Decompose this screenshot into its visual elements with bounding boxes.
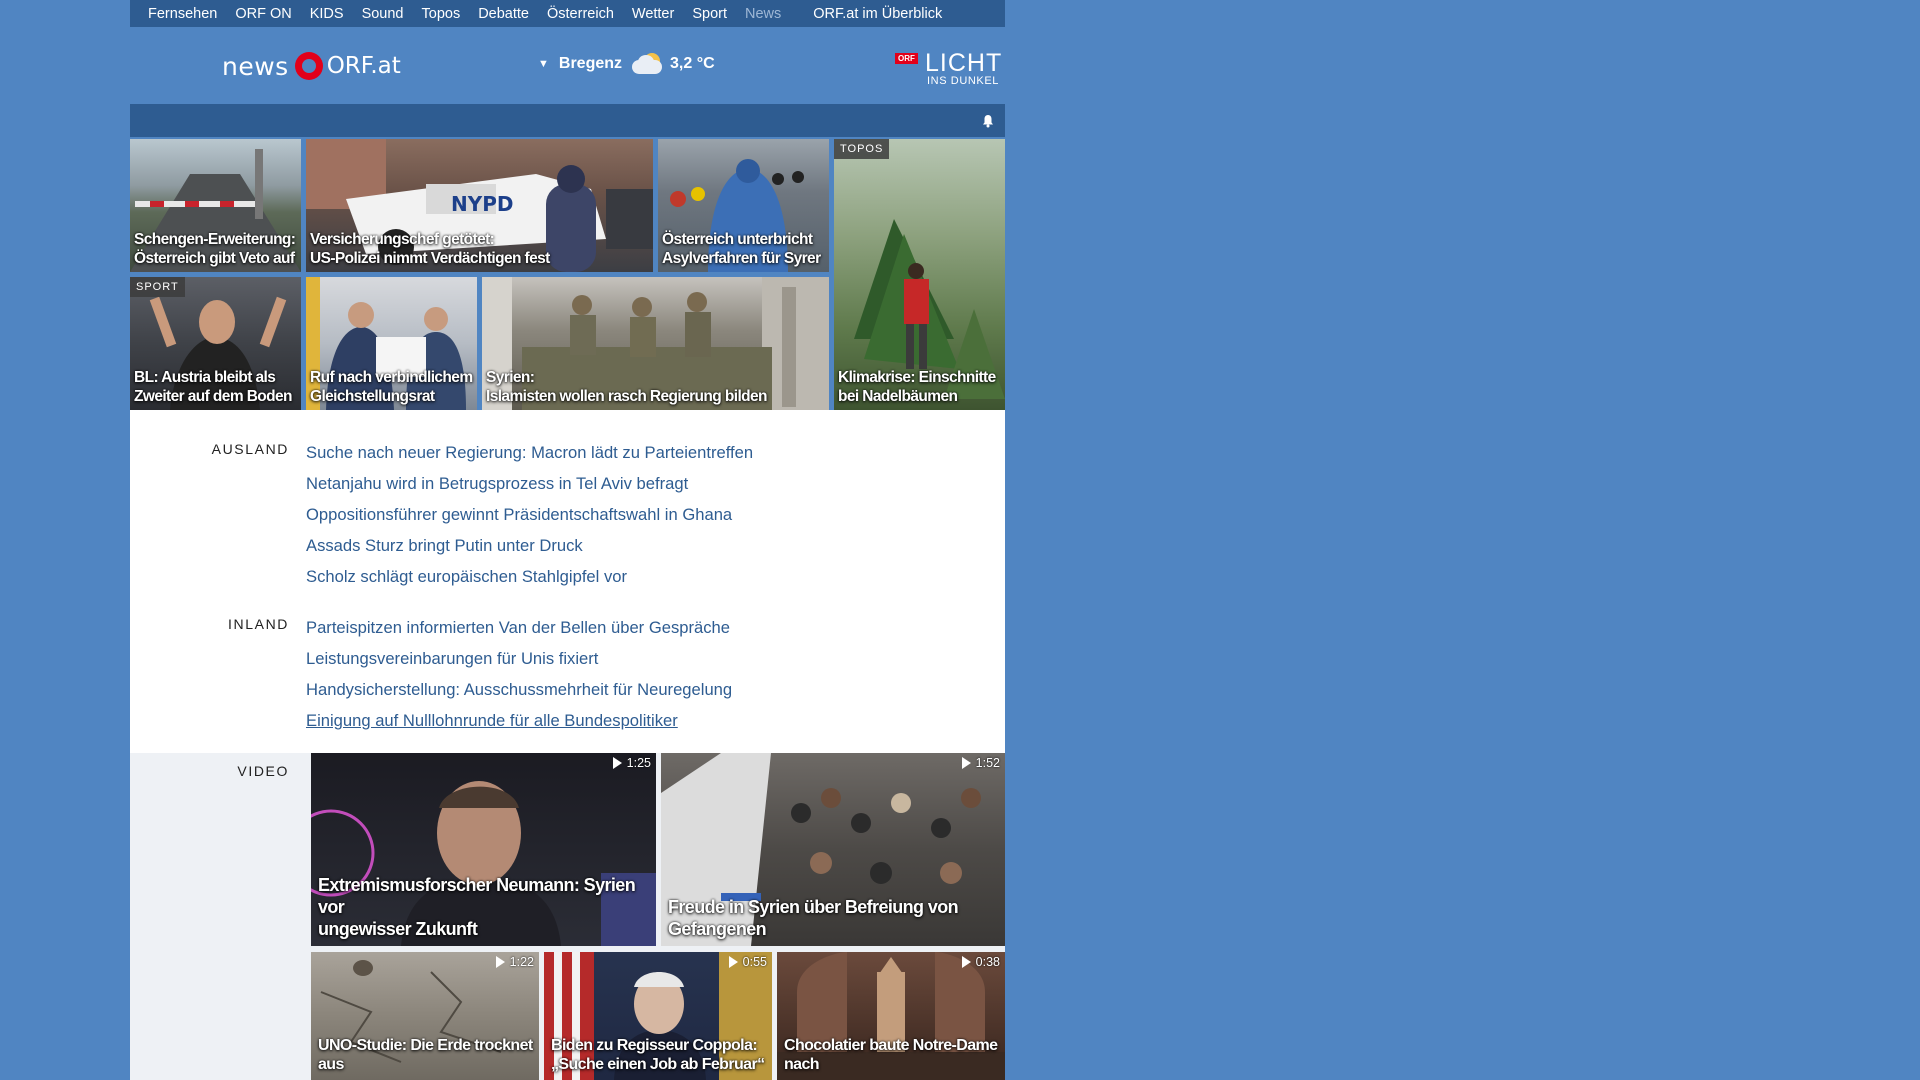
story-tile[interactable]: Ruf nach verbindlichem Gleichstellungsrat [306,277,477,410]
weather-widget[interactable]: ▼ Bregenz 3,2 °C [538,52,715,76]
story-title: Schengen-Erweiterung: Österreich gibt Vet… [134,231,296,267]
video-duration: 0:38 [961,955,1000,969]
nav-item-news[interactable]: News [736,6,790,22]
story-title: Syrien: Islamisten wollen rasch Regierung… [486,369,768,405]
nav-item-debatte[interactable]: Debatte [469,6,538,22]
dropdown-triangle-icon[interactable]: ▼ [538,58,549,70]
play-icon [961,956,971,968]
nav-item-oesterreich[interactable]: Österreich [538,6,623,22]
bell-icon[interactable] [981,114,995,128]
headline-link[interactable]: Suche nach neuer Regierung: Macron lädt … [306,437,753,468]
headline-list: Parteispitzen informierten Van der Belle… [306,612,732,736]
video-duration: 1:52 [961,756,1000,770]
headline-link[interactable]: Oppositionsführer gewinnt Präsidentschaf… [306,499,753,530]
weather-temperature: 3,2 °C [670,55,715,72]
cloud-sun-icon [630,52,664,76]
section-label: INLAND [228,616,289,632]
site-header: news ORF.at ▼ Bregenz 3,2 °C ORF LICHT I… [130,27,1005,103]
video-tile[interactable]: 0:38 Chocolatier baute Notre-Dame nach [777,952,1005,1080]
video-duration: 0:55 [728,955,767,969]
story-tile[interactable]: Syrien: Islamisten wollen rasch Regierung… [482,277,829,410]
play-icon [495,956,505,968]
story-tile[interactable]: TOPOS Klimakrise: Einschnitte bei Nadelbä… [834,139,1005,410]
video-title: UNO-Studie: Die Erde trocknet aus [318,1037,533,1073]
play-icon [728,956,738,968]
story-tile[interactable]: NYPD Versicherungschef getötet: US-Polize… [306,139,653,272]
video-tile[interactable]: 0:55 Biden zu Regisseur Coppola: „Suche e… [544,952,772,1080]
story-title: Klimakrise: Einschnitte bei Nadelbäumen [838,369,996,405]
headline-link[interactable]: Einigung auf Nulllohnrunde für alle Bund… [306,705,732,736]
nav-item-fernsehen[interactable]: Fernsehen [130,6,226,22]
video-title: Freude in Syrien über Befreiung von Gefan… [668,897,959,939]
section-label: AUSLAND [211,441,289,457]
nav-item-kids[interactable]: KIDS [301,6,353,22]
play-icon [612,757,622,769]
video-title: Extremismusforscher Neumann: Syrien vor u… [318,875,636,939]
nav-item-wetter[interactable]: Wetter [623,6,683,22]
orf-badge: ORF [895,53,918,64]
video-duration: 1:22 [495,955,534,969]
subheader-bar [130,104,1005,137]
top-stories-grid: Schengen-Erweiterung: Österreich gibt Vet… [130,139,1005,410]
video-title: Chocolatier baute Notre-Dame nach [784,1037,998,1073]
svg-text:NYPD: NYPD [451,192,513,216]
story-title: Versicherungschef getötet: US-Polizei nim… [310,231,550,267]
category-tag: SPORT [130,277,185,297]
licht-ins-dunkel-logo[interactable]: ORF LICHT INS DUNKEL [895,51,1005,87]
video-section: VIDEO 1:25 Extremismusforscher Neumann: … [130,753,1005,1080]
licht-text: LICHT [925,49,1003,77]
logo-news-text: news [222,51,289,81]
nav-item-orf-on[interactable]: ORF ON [226,6,300,22]
headline-link[interactable]: Parteispitzen informierten Van der Belle… [306,612,732,643]
section-label: VIDEO [237,763,289,779]
story-tile[interactable]: SPORT BL: Austria bleibt als Zweiter auf … [130,277,301,410]
video-duration: 1:25 [612,756,651,770]
video-title: Biden zu Regisseur Coppola: „Suche einen … [551,1037,765,1073]
story-tile[interactable]: Österreich unterbricht Asylverfahren für … [658,139,829,272]
weather-city[interactable]: Bregenz [559,55,622,73]
video-tile[interactable]: 1:52 Freude in Syrien über Befreiung von… [661,753,1005,946]
nav-item-topos[interactable]: Topos [413,6,470,22]
play-icon [961,757,971,769]
logo-orf-text: ORF.at [326,53,401,79]
video-tile[interactable]: 1:25 Extremismusforscher Neumann: Syrien… [311,753,656,946]
nav-item-overview[interactable]: ORF.at im Überblick [804,6,951,22]
story-title: BL: Austria bleibt als Zweiter auf dem Bo… [134,369,293,405]
category-tag: TOPOS [834,139,890,159]
orf-eye-icon [294,52,323,80]
news-lists: AUSLAND Suche nach neuer Regierung: Macr… [130,410,1005,753]
headline-link[interactable]: Scholz schlägt europäischen Stahlgipfel … [306,561,753,592]
headline-link[interactable]: Assads Sturz bringt Putin unter Druck [306,530,753,561]
headline-list: Suche nach neuer Regierung: Macron lädt … [306,437,753,592]
story-title: Ruf nach verbindlichem Gleichstellungsrat [310,369,473,405]
headline-link[interactable]: Netanjahu wird in Betrugsprozess in Tel … [306,468,753,499]
story-tile[interactable]: Schengen-Erweiterung: Österreich gibt Vet… [130,139,301,272]
headline-link[interactable]: Handysicherstellung: Ausschussmehrheit f… [306,674,732,705]
nav-item-sound[interactable]: Sound [353,6,413,22]
news-orf-logo[interactable]: news ORF.at [222,49,401,83]
headline-link[interactable]: Leistungsvereinbarungen für Unis fixiert [306,643,732,674]
top-navigation: Fernsehen ORF ON KIDS Sound Topos Debatt… [130,0,1005,27]
story-title: Österreich unterbricht Asylverfahren für … [662,231,821,267]
video-tile[interactable]: 1:22 UNO-Studie: Die Erde trocknet aus [311,952,539,1080]
nav-item-sport[interactable]: Sport [683,6,736,22]
ins-dunkel-text: INS DUNKEL [927,75,1000,87]
